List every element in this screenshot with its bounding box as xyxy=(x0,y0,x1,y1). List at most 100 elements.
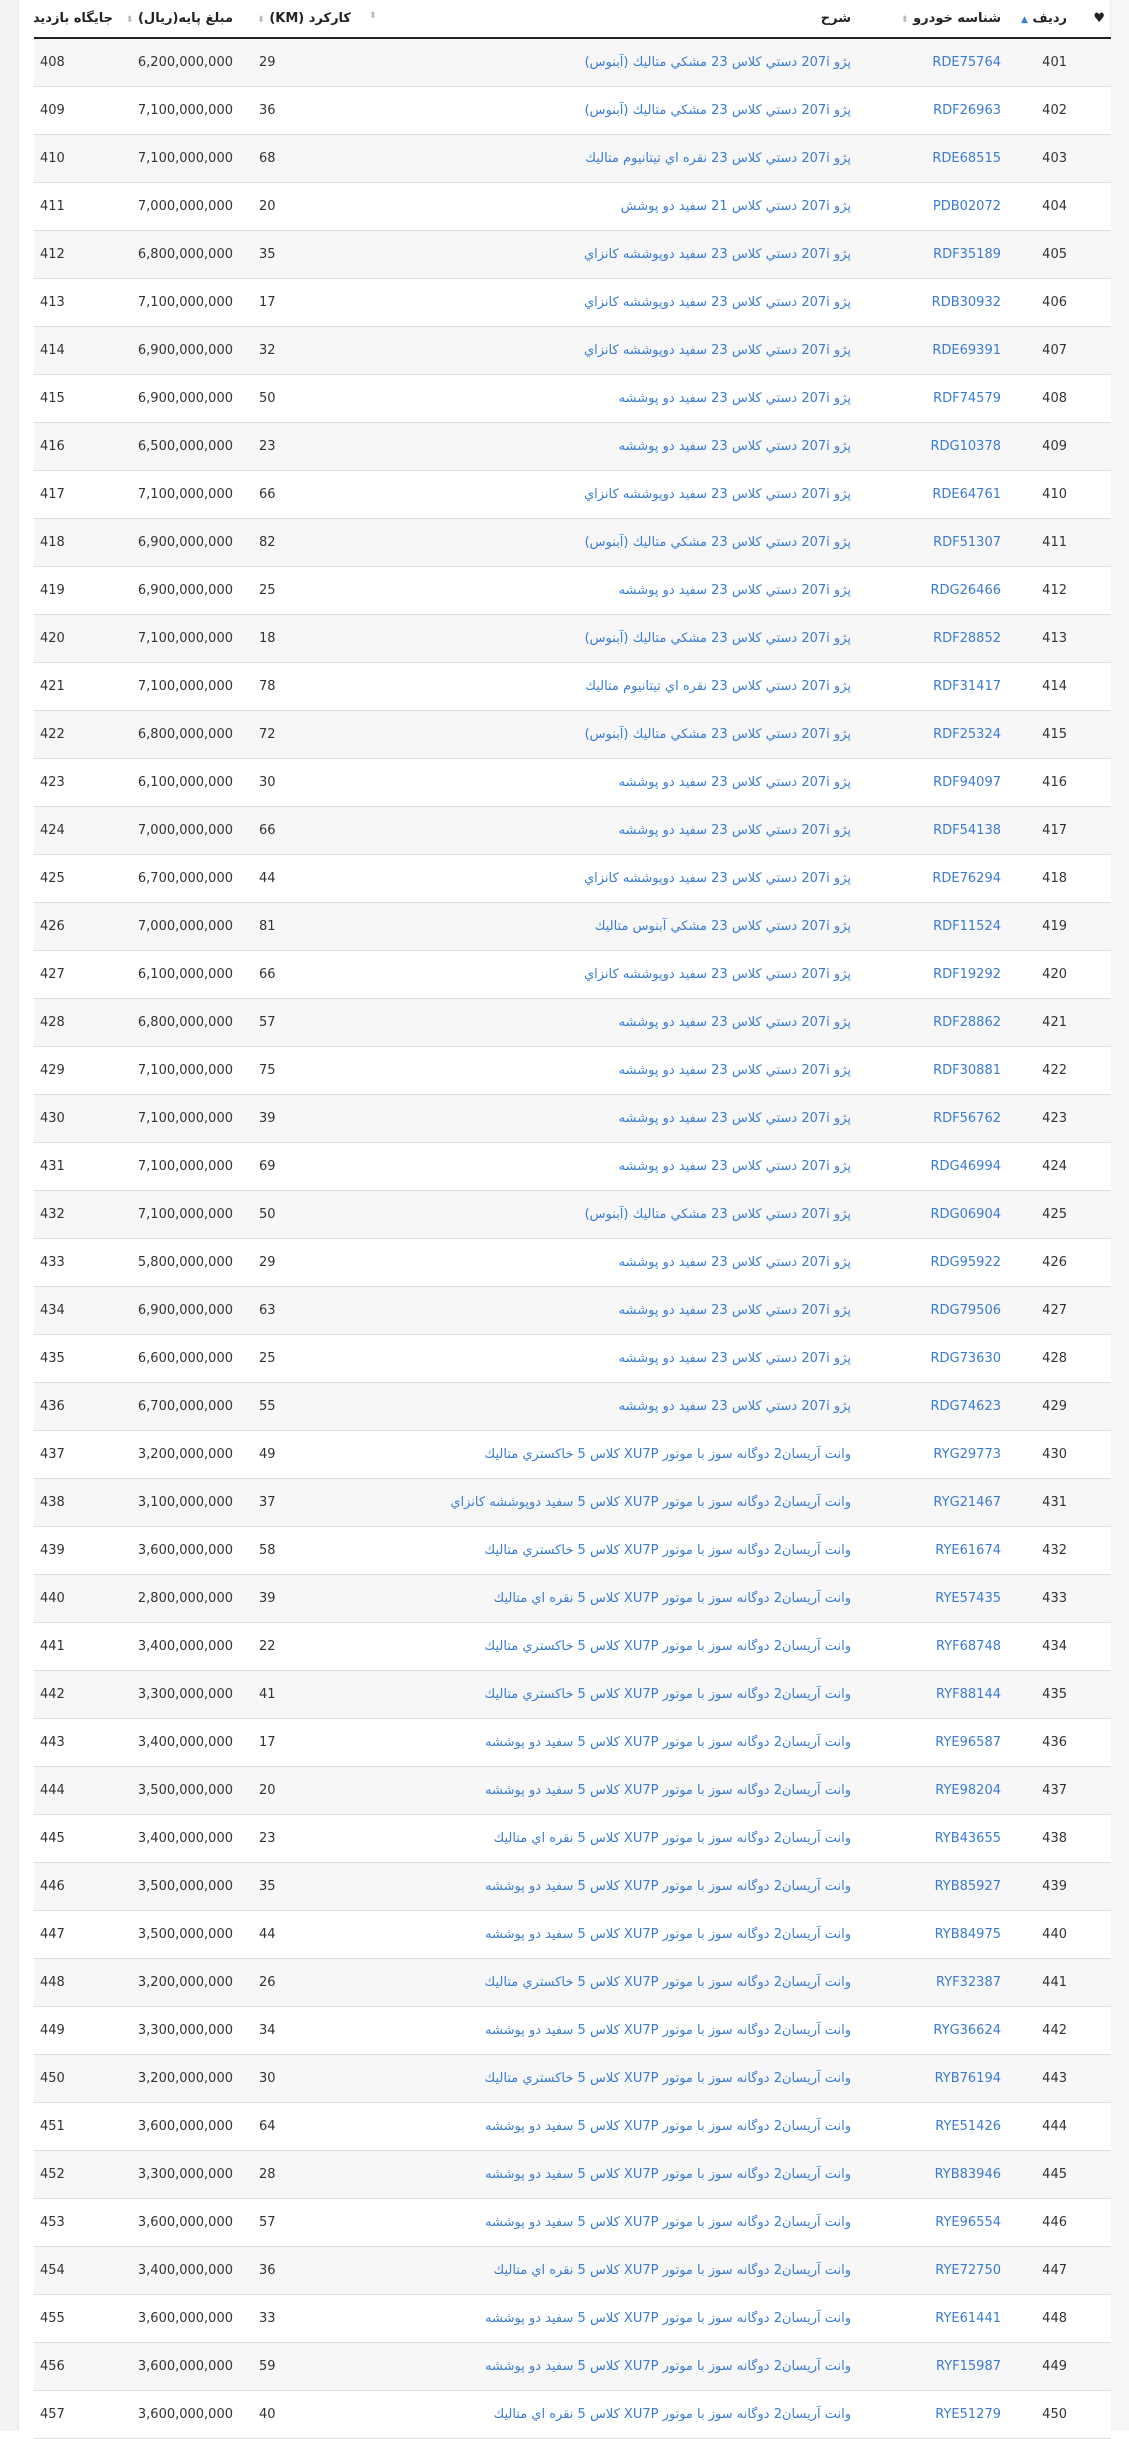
favorite-cell[interactable] xyxy=(1073,1766,1111,1815)
favorite-cell[interactable] xyxy=(1073,1478,1111,1527)
vehicle-description-link[interactable]: پژو 207i دستي كلاس 23 سفيد دو پوششه xyxy=(357,1046,857,1095)
favorite-cell[interactable] xyxy=(1073,566,1111,615)
vehicle-description-link[interactable]: وانت آريسان2 دوگانه سوز با موتور XU7P كل… xyxy=(357,1862,857,1911)
vehicle-description-link[interactable]: پژو 207i دستي كلاس 23 سفيد دو پوششه xyxy=(357,998,857,1047)
header-desc[interactable]: شرح ⬍ xyxy=(357,0,857,39)
favorite-cell[interactable] xyxy=(1073,1238,1111,1287)
favorite-cell[interactable] xyxy=(1073,1718,1111,1767)
vehicle-description-link[interactable]: وانت آريسان2 دوگانه سوز با موتور XU7P كل… xyxy=(357,2198,857,2247)
table-row[interactable]: 401 RDE75764 پژو 207i دستي كلاس 23 مشكي مت… xyxy=(34,38,1111,87)
table-row[interactable]: 419 RDF11524 پژو 207i دستي كلاس 23 مشكي آب… xyxy=(34,902,1111,951)
favorite-cell[interactable] xyxy=(1073,134,1111,183)
vehicle-description-link[interactable]: پژو 207i دستي كلاس 23 مشكي متاليك (آبنوس… xyxy=(357,614,857,663)
table-row[interactable]: 431 RYG21467 وانت آريسان2 دوگانه سوز با مو… xyxy=(34,1478,1111,1527)
vehicle-code-link[interactable]: RDG73630 xyxy=(857,1334,1007,1383)
favorite-cell[interactable] xyxy=(1073,1526,1111,1575)
table-row[interactable]: 447 RYE72750 وانت آريسان2 دوگانه سوز با مو… xyxy=(34,2246,1111,2295)
vehicle-description-link[interactable]: وانت آريسان2 دوگانه سوز با موتور XU7P كل… xyxy=(357,1910,857,1959)
vehicle-code-link[interactable]: RYE96554 xyxy=(857,2198,1007,2247)
table-row[interactable]: 410 RDE64761 پژو 207i دستي كلاس 23 سفيد دو… xyxy=(34,470,1111,519)
favorite-cell[interactable] xyxy=(1073,1862,1111,1911)
table-row[interactable]: 442 RYG36624 وانت آريسان2 دوگانه سوز با مو… xyxy=(34,2006,1111,2055)
vehicle-code-link[interactable]: RYF32387 xyxy=(857,1958,1007,2007)
vehicle-code-link[interactable]: RYB84975 xyxy=(857,1910,1007,1959)
favorite-cell[interactable] xyxy=(1073,374,1111,423)
vehicle-description-link[interactable]: وانت آريسان2 دوگانه سوز با موتور XU7P كل… xyxy=(357,2294,857,2343)
favorite-cell[interactable] xyxy=(1073,950,1111,999)
favorite-cell[interactable] xyxy=(1073,1430,1111,1479)
table-row[interactable]: 446 RYE96554 وانت آريسان2 دوگانه سوز با مو… xyxy=(34,2198,1111,2247)
table-row[interactable]: 414 RDF31417 پژو 207i دستي كلاس 23 نقره اي… xyxy=(34,662,1111,711)
table-row[interactable]: 426 RDG95922 پژو 207i دستي كلاس 23 سفيد دو… xyxy=(34,1238,1111,1287)
vehicle-description-link[interactable]: وانت آريسان2 دوگانه سوز با موتور XU7P كل… xyxy=(357,1718,857,1767)
favorite-cell[interactable] xyxy=(1073,1334,1111,1383)
table-row[interactable]: 404 PDB02072 پژو 207i دستي كلاس 21 سفيد دو… xyxy=(34,182,1111,231)
vehicle-code-link[interactable]: RDF28852 xyxy=(857,614,1007,663)
vehicle-description-link[interactable]: پژو 207i دستي كلاس 23 سفيد دو پوششه xyxy=(357,566,857,615)
favorite-cell[interactable] xyxy=(1073,278,1111,327)
favorite-cell[interactable] xyxy=(1073,902,1111,951)
table-row[interactable]: 437 RYE98204 وانت آريسان2 دوگانه سوز با مو… xyxy=(34,1766,1111,1815)
favorite-cell[interactable] xyxy=(1073,1574,1111,1623)
table-row[interactable]: 450 RYE51279 وانت آريسان2 دوگانه سوز با مو… xyxy=(34,2390,1111,2439)
table-row[interactable]: 438 RYB43655 وانت آريسان2 دوگانه سوز با مو… xyxy=(34,1814,1111,1863)
favorite-cell[interactable] xyxy=(1073,2390,1111,2439)
table-row[interactable]: 424 RDG46994 پژو 207i دستي كلاس 23 سفيد دو… xyxy=(34,1142,1111,1191)
favorite-cell[interactable] xyxy=(1073,1382,1111,1431)
favorite-cell[interactable] xyxy=(1073,2294,1111,2343)
vehicle-code-link[interactable]: RYE72750 xyxy=(857,2246,1007,2295)
favorite-cell[interactable] xyxy=(1073,1190,1111,1239)
favorite-cell[interactable] xyxy=(1073,182,1111,231)
vehicle-description-link[interactable]: پژو 207i دستي كلاس 23 سفيد دو پوششه xyxy=(357,1382,857,1431)
table-row[interactable]: 440 RYB84975 وانت آريسان2 دوگانه سوز با مو… xyxy=(34,1910,1111,1959)
vehicle-code-link[interactable]: RYF88144 xyxy=(857,1670,1007,1719)
favorite-cell[interactable] xyxy=(1073,38,1111,87)
vehicle-code-link[interactable]: RDG46994 xyxy=(857,1142,1007,1191)
vehicle-code-link[interactable]: RDF26963 xyxy=(857,86,1007,135)
vehicle-description-link[interactable]: پژو 207i دستي كلاس 23 سفيد دو پوششه xyxy=(357,1238,857,1287)
vehicle-code-link[interactable]: RYE61674 xyxy=(857,1526,1007,1575)
favorite-cell[interactable] xyxy=(1073,2246,1111,2295)
table-row[interactable]: 429 RDG74623 پژو 207i دستي كلاس 23 سفيد دو… xyxy=(34,1382,1111,1431)
vehicle-description-link[interactable]: پژو 207i دستي كلاس 23 سفيد دوپوششه كانزا… xyxy=(357,470,857,519)
vehicle-code-link[interactable]: RYG21467 xyxy=(857,1478,1007,1527)
vehicle-code-link[interactable]: RDG10378 xyxy=(857,422,1007,471)
vehicle-description-link[interactable]: پژو 207i دستي كلاس 23 نقره اي تيتانيوم م… xyxy=(357,134,857,183)
vehicle-code-link[interactable]: RDB30932 xyxy=(857,278,1007,327)
vehicle-code-link[interactable]: RDG06904 xyxy=(857,1190,1007,1239)
vehicle-code-link[interactable]: RDG95922 xyxy=(857,1238,1007,1287)
favorite-cell[interactable] xyxy=(1073,2150,1111,2199)
vehicle-description-link[interactable]: وانت آريسان2 دوگانه سوز با موتور XU7P كل… xyxy=(357,1958,857,2007)
vehicle-description-link[interactable]: پژو 207i دستي كلاس 23 سفيد دو پوششه xyxy=(357,1286,857,1335)
vehicle-code-link[interactable]: RDF74579 xyxy=(857,374,1007,423)
favorite-cell[interactable] xyxy=(1073,758,1111,807)
vehicle-description-link[interactable]: پژو 207i دستي كلاس 23 مشكي متاليك (آبنوس… xyxy=(357,518,857,567)
table-row[interactable]: 416 RDF94097 پژو 207i دستي كلاس 23 سفيد دو… xyxy=(34,758,1111,807)
table-row[interactable]: 436 RYE96587 وانت آريسان2 دوگانه سوز با مو… xyxy=(34,1718,1111,1767)
vehicle-description-link[interactable]: پژو 207i دستي كلاس 23 سفيد دو پوششه xyxy=(357,422,857,471)
vehicle-description-link[interactable]: پژو 207i دستي كلاس 23 سفيد دوپوششه كانزا… xyxy=(357,950,857,999)
favorite-cell[interactable] xyxy=(1073,614,1111,663)
vehicle-description-link[interactable]: وانت آريسان2 دوگانه سوز با موتور XU7P كل… xyxy=(357,1622,857,1671)
table-row[interactable]: 420 RDF19292 پژو 207i دستي كلاس 23 سفيد دو… xyxy=(34,950,1111,999)
vehicle-description-link[interactable]: وانت آريسان2 دوگانه سوز با موتور XU7P كل… xyxy=(357,1814,857,1863)
favorite-cell[interactable] xyxy=(1073,1142,1111,1191)
vehicle-code-link[interactable]: RYB76194 xyxy=(857,2054,1007,2103)
vehicle-description-link[interactable]: وانت آريسان2 دوگانه سوز با موتور XU7P كل… xyxy=(357,2390,857,2439)
vehicle-description-link[interactable]: پژو 207i دستي كلاس 23 مشكي متاليك (آبنوس… xyxy=(357,86,857,135)
vehicle-description-link[interactable]: وانت آريسان2 دوگانه سوز با موتور XU7P كل… xyxy=(357,2006,857,2055)
table-row[interactable]: 439 RYB85927 وانت آريسان2 دوگانه سوز با مو… xyxy=(34,1862,1111,1911)
vehicle-code-link[interactable]: RDF94097 xyxy=(857,758,1007,807)
table-row[interactable]: 418 RDE76294 پژو 207i دستي كلاس 23 سفيد دو… xyxy=(34,854,1111,903)
table-row[interactable]: 433 RYE57435 وانت آريسان2 دوگانه سوز با مو… xyxy=(34,1574,1111,1623)
favorite-cell[interactable] xyxy=(1073,1622,1111,1671)
vehicle-code-link[interactable]: RYF68748 xyxy=(857,1622,1007,1671)
favorite-cell[interactable] xyxy=(1073,422,1111,471)
vehicle-code-link[interactable]: RDF51307 xyxy=(857,518,1007,567)
vehicle-description-link[interactable]: پژو 207i دستي كلاس 23 نقره اي تيتانيوم م… xyxy=(357,662,857,711)
table-row[interactable]: 448 RYE61441 وانت آريسان2 دوگانه سوز با مو… xyxy=(34,2294,1111,2343)
header-favorite[interactable]: ♥ xyxy=(1073,0,1111,39)
table-row[interactable]: 421 RDF28862 پژو 207i دستي كلاس 23 سفيد دو… xyxy=(34,998,1111,1047)
vehicle-code-link[interactable]: RDE69391 xyxy=(857,326,1007,375)
table-row[interactable]: 406 RDB30932 پژو 207i دستي كلاس 23 سفيد دو… xyxy=(34,278,1111,327)
